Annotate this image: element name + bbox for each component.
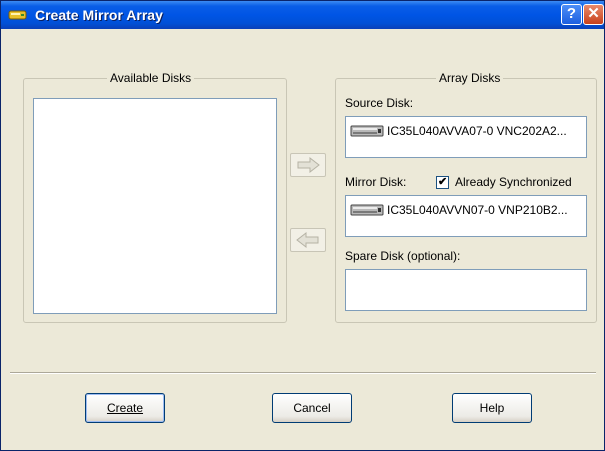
cancel-button-label: Cancel	[293, 401, 331, 415]
array-disks-legend: Array Disks	[436, 71, 504, 85]
source-disk-name: IC35L040AVVA07-0 VNC202A2...	[387, 124, 567, 138]
help-button[interactable]: Help	[452, 393, 532, 423]
window-title: Create Mirror Array	[35, 7, 163, 23]
available-disks-group: Available Disks	[23, 71, 287, 323]
add-to-array-button[interactable]	[290, 153, 326, 177]
available-disks-legend: Available Disks	[107, 71, 195, 85]
hard-disk-icon	[350, 125, 384, 137]
source-disk-field[interactable]: IC35L040AVVA07-0 VNC202A2...	[345, 116, 587, 158]
close-button[interactable]: ✕	[583, 4, 604, 25]
help-title-button[interactable]: ?	[561, 4, 582, 25]
available-disks-list[interactable]	[33, 98, 277, 314]
help-button-label: Help	[479, 401, 505, 415]
mirror-disk-name: IC35L040AVVN07-0 VNP210B2...	[387, 203, 568, 217]
separator	[10, 372, 596, 374]
checkmark-icon: ✔	[438, 176, 448, 188]
array-disks-group: Array Disks Source Disk: IC35L040AVVA07-…	[335, 71, 597, 323]
arrow-right-icon	[297, 156, 320, 174]
spare-disk-field[interactable]	[345, 269, 587, 311]
remove-from-array-button[interactable]	[290, 228, 326, 252]
create-button[interactable]: Create	[85, 393, 165, 423]
create-mirror-array-dialog: Create Mirror Array ? ✕ Available Disks …	[0, 0, 605, 451]
app-icon	[8, 10, 27, 20]
hard-disk-icon	[350, 204, 384, 216]
already-synchronized-checkbox[interactable]: ✔	[436, 176, 449, 189]
create-button-label: Create	[106, 401, 144, 415]
spare-disk-label: Spare Disk (optional):	[345, 249, 461, 263]
title-bar[interactable]: Create Mirror Array ? ✕	[1, 1, 604, 29]
source-disk-entry[interactable]: IC35L040AVVA07-0 VNC202A2...	[350, 122, 567, 140]
arrow-left-icon	[296, 231, 319, 249]
mirror-disk-field[interactable]: IC35L040AVVN07-0 VNP210B2...	[345, 195, 587, 237]
cancel-button[interactable]: Cancel	[272, 393, 352, 423]
source-disk-label: Source Disk:	[345, 96, 414, 110]
mirror-disk-label: Mirror Disk:	[345, 175, 407, 189]
mirror-disk-entry[interactable]: IC35L040AVVN07-0 VNP210B2...	[350, 201, 568, 219]
already-synchronized-label[interactable]: Already Synchronized	[455, 175, 572, 189]
